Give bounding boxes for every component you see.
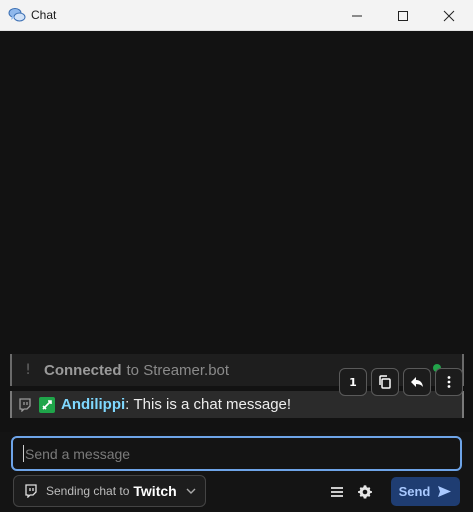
maximize-button[interactable] xyxy=(380,0,426,31)
text-caret xyxy=(23,445,24,462)
more-vertical-icon xyxy=(447,376,451,388)
exclamation-icon: ! xyxy=(25,362,31,378)
message-input-placeholder: Send a message xyxy=(25,445,131,462)
minimize-button[interactable] xyxy=(334,0,380,31)
message-separator: : xyxy=(125,396,134,413)
sword-badge-icon xyxy=(39,396,55,413)
connected-label: Connected xyxy=(44,361,122,379)
close-button[interactable] xyxy=(426,0,472,31)
platform-name: Twitch xyxy=(133,483,177,499)
window-titlebar: Chat xyxy=(0,0,473,31)
message-input[interactable]: Send a message xyxy=(11,436,462,471)
message-actions: 1 xyxy=(339,368,463,396)
platform-prefix: Sending chat to xyxy=(46,484,130,498)
copy-icon xyxy=(379,375,391,389)
window-title: Chat xyxy=(31,8,57,22)
chevron-down-icon xyxy=(186,488,196,494)
reply-icon xyxy=(411,377,423,387)
send-label: Send xyxy=(398,484,431,499)
gear-icon[interactable] xyxy=(357,484,373,500)
count-label: 1 xyxy=(349,375,357,389)
twitch-icon xyxy=(25,484,37,498)
message-author[interactable]: Andilippi xyxy=(61,396,125,413)
send-button[interactable]: Send xyxy=(391,477,460,506)
copy-button[interactable] xyxy=(371,368,399,396)
chat-bubbles-icon xyxy=(8,8,26,22)
reply-button[interactable] xyxy=(403,368,431,396)
close-icon xyxy=(443,10,455,21)
more-button[interactable] xyxy=(435,368,463,396)
maximize-icon xyxy=(398,10,408,21)
twitch-icon xyxy=(19,397,31,412)
send-arrow-icon xyxy=(438,486,452,497)
count-button[interactable]: 1 xyxy=(339,368,367,396)
connected-target: to Streamer.bot xyxy=(126,361,230,379)
platform-selector[interactable]: Sending chat to Twitch xyxy=(13,475,206,507)
hamburger-menu-icon[interactable] xyxy=(329,484,345,500)
message-text: This is a chat message! xyxy=(133,396,292,413)
minimize-icon xyxy=(352,15,362,16)
